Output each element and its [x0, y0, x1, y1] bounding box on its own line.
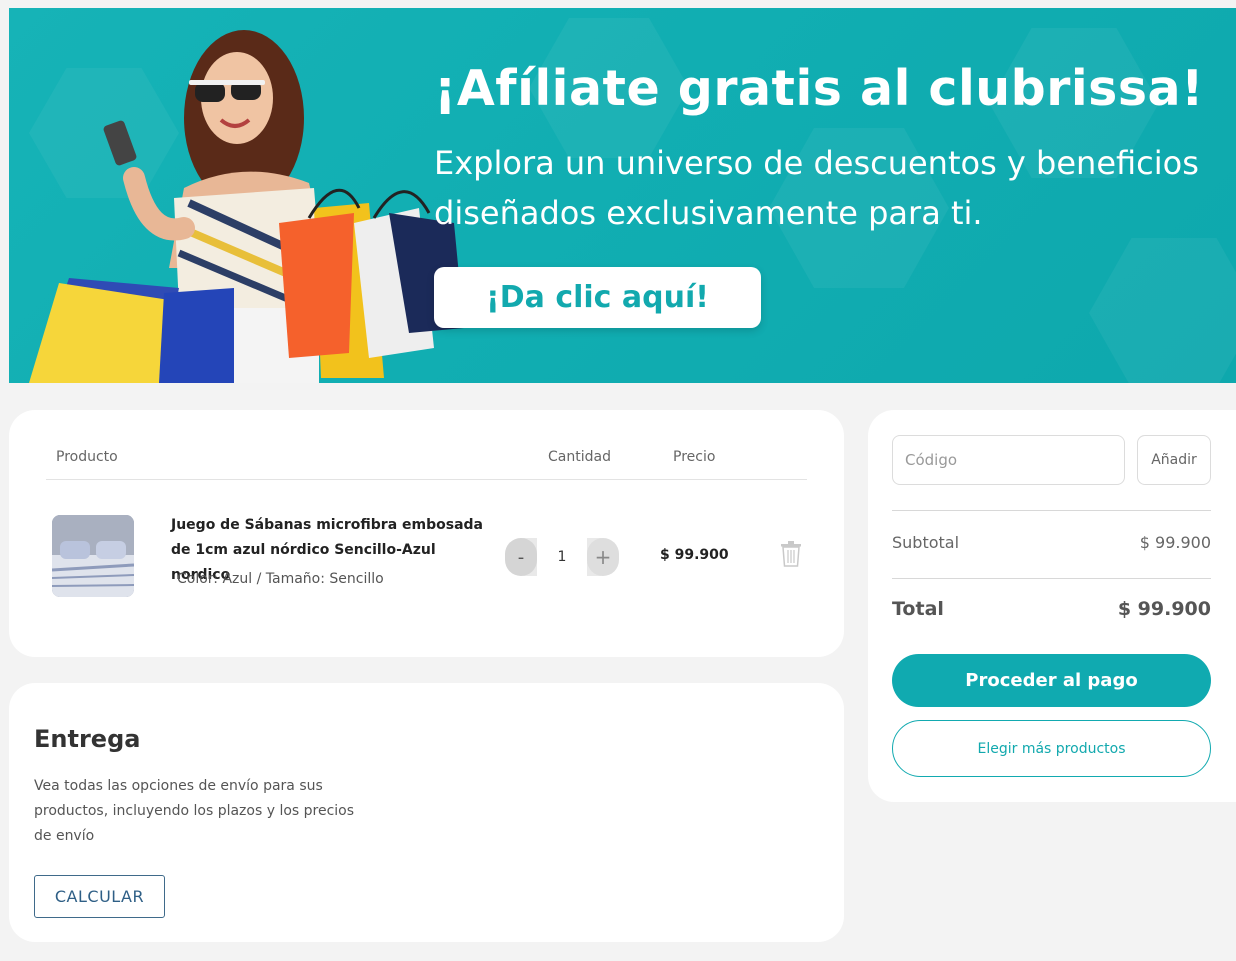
- column-product: Producto: [56, 449, 118, 465]
- apply-code-button[interactable]: Añadir: [1137, 435, 1211, 485]
- product-thumbnail[interactable]: [52, 515, 134, 597]
- decrease-quantity-button[interactable]: -: [505, 538, 537, 576]
- delivery-title: Entrega: [34, 725, 141, 753]
- cart-table-header: Producto Cantidad Precio: [46, 440, 807, 480]
- promo-banner[interactable]: ¡Afíliate gratis al clubrissa! Explora u…: [9, 8, 1236, 383]
- subtotal-value: $ 99.900: [1139, 533, 1211, 552]
- divider: [892, 510, 1211, 511]
- increase-quantity-button[interactable]: +: [587, 538, 619, 576]
- choose-more-products-button[interactable]: Elegir más productos: [892, 720, 1211, 777]
- column-price: Precio: [673, 449, 716, 465]
- trash-icon[interactable]: [780, 541, 802, 567]
- discount-code-input[interactable]: [892, 435, 1125, 485]
- calculate-shipping-button[interactable]: CALCULAR: [34, 875, 165, 918]
- delivery-card: Entrega Vea todas las opciones de envío …: [9, 683, 844, 942]
- banner-subtitle: Explora un universo de descuentos y bene…: [434, 144, 1199, 232]
- banner-title: ¡Afíliate gratis al clubrissa!: [434, 60, 1204, 117]
- total-label: Total: [892, 598, 944, 620]
- cart-card: Producto Cantidad Precio Juego de Sábana…: [9, 410, 844, 657]
- banner-cta-button[interactable]: ¡Da clic aquí!: [434, 267, 761, 328]
- divider: [892, 578, 1211, 579]
- proceed-to-payment-button[interactable]: Proceder al pago: [892, 654, 1211, 707]
- total-value: $ 99.900: [1117, 598, 1211, 620]
- subtotal-label: Subtotal: [892, 533, 960, 552]
- line-price: $ 99.900: [660, 547, 729, 563]
- banner-pattern: [1089, 238, 1236, 383]
- order-summary-card: Añadir Subtotal $ 99.900 Total $ 99.900 …: [868, 410, 1236, 802]
- shopper-illustration: [29, 30, 464, 383]
- product-variant: Color: Azul / Tamaño: Sencillo: [177, 571, 384, 587]
- column-quantity: Cantidad: [548, 449, 611, 465]
- quantity-stepper: - 1 +: [505, 538, 619, 576]
- quantity-value[interactable]: 1: [537, 538, 587, 576]
- delivery-description: Vea todas las opciones de envío para sus…: [34, 778, 355, 844]
